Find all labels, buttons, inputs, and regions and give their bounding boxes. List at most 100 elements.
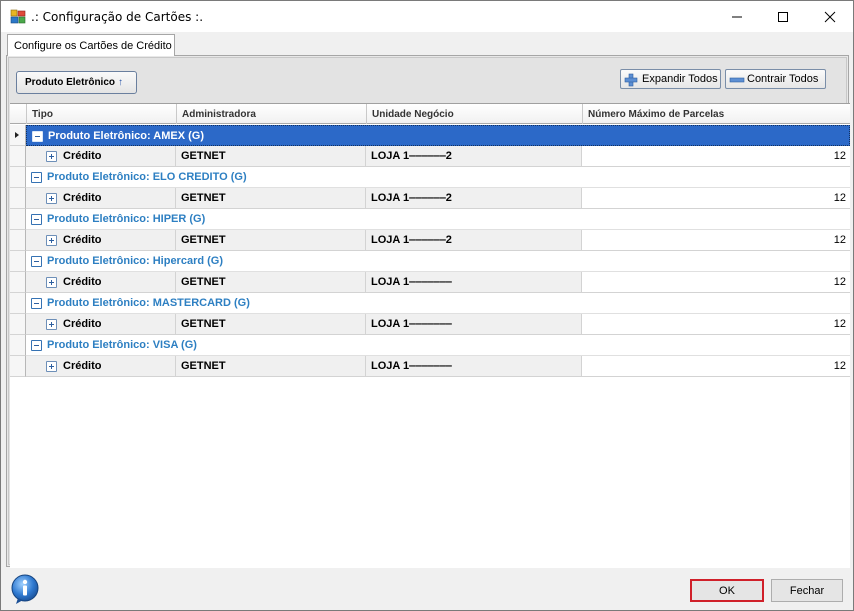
cell-tipo[interactable]: Crédito bbox=[26, 188, 176, 209]
tab-configure-cards[interactable]: Configure os Cartões de Crédito bbox=[7, 34, 175, 56]
column-header-unidade-negocio[interactable]: Unidade Negócio bbox=[366, 104, 582, 124]
info-icon[interactable] bbox=[10, 573, 42, 605]
arrow-up-icon: ↑ bbox=[118, 77, 123, 88]
grid-header: Tipo Administradora Unidade Negócio Núme… bbox=[10, 104, 850, 124]
window-title: .: Configuração de Cartões :. bbox=[31, 10, 204, 24]
cell-unidade-negocio[interactable]: LOJA 1‒‒‒‒‒‒‒ bbox=[366, 314, 582, 335]
cell-numero-parcelas[interactable]: 12 bbox=[582, 146, 850, 167]
group-row[interactable]: Produto Eletrônico: AMEX (G) bbox=[10, 125, 850, 146]
group-title: Produto Eletrônico: ELO CREDITO (G) bbox=[47, 171, 247, 183]
grid-rows: Produto Eletrônico: AMEX (G) Crédito GET… bbox=[10, 125, 850, 377]
group-header[interactable]: Produto Eletrônico: AMEX (G) bbox=[26, 125, 850, 146]
minimize-button[interactable] bbox=[714, 1, 760, 32]
row-selector[interactable] bbox=[10, 293, 26, 314]
cell-unidade-negocio[interactable]: LOJA 1‒‒‒‒‒‒2 bbox=[366, 146, 582, 167]
cell-unidade-negocio[interactable]: LOJA 1‒‒‒‒‒‒‒ bbox=[366, 272, 582, 293]
group-header[interactable]: Produto Eletrônico: Hipercard (G) bbox=[26, 251, 850, 272]
current-row-indicator-icon bbox=[15, 132, 19, 138]
row-selector[interactable] bbox=[10, 125, 26, 146]
ok-button[interactable]: OK bbox=[690, 579, 764, 602]
expand-row-icon[interactable] bbox=[46, 361, 57, 372]
cell-tipo[interactable]: Crédito bbox=[26, 146, 176, 167]
title-bar[interactable]: .: Configuração de Cartões :. bbox=[1, 1, 853, 32]
tipo-value: Crédito bbox=[63, 318, 102, 330]
row-selector[interactable] bbox=[10, 356, 26, 377]
row-selector[interactable] bbox=[10, 188, 26, 209]
close-button[interactable] bbox=[807, 1, 853, 32]
cell-numero-parcelas[interactable]: 12 bbox=[582, 230, 850, 251]
tipo-value: Crédito bbox=[63, 360, 102, 372]
row-selector[interactable] bbox=[10, 146, 26, 167]
expand-row-icon[interactable] bbox=[46, 235, 57, 246]
table-row[interactable]: Crédito GETNET LOJA 1‒‒‒‒‒‒2 12 bbox=[10, 230, 850, 251]
tipo-value: Crédito bbox=[63, 276, 102, 288]
maximize-button[interactable] bbox=[760, 1, 806, 32]
group-title: Produto Eletrônico: Hipercard (G) bbox=[47, 255, 224, 267]
expand-all-button[interactable]: Expandir Todos bbox=[620, 69, 721, 89]
table-row[interactable]: Crédito GETNET LOJA 1‒‒‒‒‒‒‒ 12 bbox=[10, 272, 850, 293]
collapse-group-icon[interactable] bbox=[31, 256, 42, 267]
row-selector[interactable] bbox=[10, 209, 26, 230]
cell-numero-parcelas[interactable]: 12 bbox=[582, 272, 850, 293]
group-row[interactable]: Produto Eletrônico: VISA (G) bbox=[10, 335, 850, 356]
cell-administradora[interactable]: GETNET bbox=[176, 230, 366, 251]
plus-icon bbox=[624, 73, 638, 87]
expand-all-label: Expandir Todos bbox=[642, 73, 718, 85]
collapse-group-icon[interactable] bbox=[32, 131, 43, 142]
column-header-tipo[interactable]: Tipo bbox=[26, 104, 176, 124]
close-dialog-button[interactable]: Fechar bbox=[771, 579, 843, 602]
collapse-group-icon[interactable] bbox=[31, 214, 42, 225]
group-header[interactable]: Produto Eletrônico: VISA (G) bbox=[26, 335, 850, 356]
group-header[interactable]: Produto Eletrônico: ELO CREDITO (G) bbox=[26, 167, 850, 188]
group-row[interactable]: Produto Eletrônico: ELO CREDITO (G) bbox=[10, 167, 850, 188]
cell-administradora[interactable]: GETNET bbox=[176, 146, 366, 167]
tab-panel: Produto Eletrônico ↑ Expandir Todos Contr… bbox=[6, 55, 850, 568]
collapse-group-icon[interactable] bbox=[31, 340, 42, 351]
cell-tipo[interactable]: Crédito bbox=[26, 356, 176, 377]
cell-unidade-negocio[interactable]: LOJA 1‒‒‒‒‒‒2 bbox=[366, 230, 582, 251]
cell-unidade-negocio[interactable]: LOJA 1‒‒‒‒‒‒‒ bbox=[366, 356, 582, 377]
row-selector[interactable] bbox=[10, 272, 26, 293]
cell-tipo[interactable]: Crédito bbox=[26, 272, 176, 293]
group-by-product-button[interactable]: Produto Eletrônico ↑ bbox=[16, 71, 137, 94]
expand-row-icon[interactable] bbox=[46, 277, 57, 288]
group-header[interactable]: Produto Eletrônico: HIPER (G) bbox=[26, 209, 850, 230]
table-row[interactable]: Crédito GETNET LOJA 1‒‒‒‒‒‒2 12 bbox=[10, 146, 850, 167]
row-selector[interactable] bbox=[10, 335, 26, 356]
collapse-group-icon[interactable] bbox=[31, 172, 42, 183]
cell-tipo[interactable]: Crédito bbox=[26, 230, 176, 251]
cell-administradora[interactable]: GETNET bbox=[176, 356, 366, 377]
expand-row-icon[interactable] bbox=[46, 151, 57, 162]
collapse-all-button[interactable]: Contrair Todos bbox=[725, 69, 826, 89]
column-header-administradora[interactable]: Administradora bbox=[176, 104, 366, 124]
close-icon bbox=[824, 11, 836, 23]
row-selector[interactable] bbox=[10, 230, 26, 251]
row-selector[interactable] bbox=[10, 314, 26, 335]
cell-administradora[interactable]: GETNET bbox=[176, 314, 366, 335]
group-row[interactable]: Produto Eletrônico: HIPER (G) bbox=[10, 209, 850, 230]
group-title: Produto Eletrônico: MASTERCARD (G) bbox=[47, 297, 250, 309]
dialog-window: .: Configuração de Cartões :. Configure … bbox=[0, 0, 854, 611]
table-row[interactable]: Crédito GETNET LOJA 1‒‒‒‒‒‒‒ 12 bbox=[10, 356, 850, 377]
expand-row-icon[interactable] bbox=[46, 193, 57, 204]
cards-grid: Tipo Administradora Unidade Negócio Núme… bbox=[10, 103, 850, 568]
row-selector[interactable] bbox=[10, 167, 26, 188]
table-row[interactable]: Crédito GETNET LOJA 1‒‒‒‒‒‒2 12 bbox=[10, 188, 850, 209]
cell-administradora[interactable]: GETNET bbox=[176, 188, 366, 209]
row-selector[interactable] bbox=[10, 251, 26, 272]
group-title: Produto Eletrônico: AMEX (G) bbox=[48, 130, 205, 142]
cell-unidade-negocio[interactable]: LOJA 1‒‒‒‒‒‒2 bbox=[366, 188, 582, 209]
collapse-group-icon[interactable] bbox=[31, 298, 42, 309]
collapse-all-label: Contrair Todos bbox=[747, 73, 819, 85]
cell-numero-parcelas[interactable]: 12 bbox=[582, 314, 850, 335]
column-header-numero-parcelas[interactable]: Número Máximo de Parcelas bbox=[582, 104, 850, 124]
expand-row-icon[interactable] bbox=[46, 319, 57, 330]
group-row[interactable]: Produto Eletrônico: MASTERCARD (G) bbox=[10, 293, 850, 314]
cell-tipo[interactable]: Crédito bbox=[26, 314, 176, 335]
group-header[interactable]: Produto Eletrônico: MASTERCARD (G) bbox=[26, 293, 850, 314]
group-row[interactable]: Produto Eletrônico: Hipercard (G) bbox=[10, 251, 850, 272]
cell-administradora[interactable]: GETNET bbox=[176, 272, 366, 293]
cell-numero-parcelas[interactable]: 12 bbox=[582, 188, 850, 209]
table-row[interactable]: Crédito GETNET LOJA 1‒‒‒‒‒‒‒ 12 bbox=[10, 314, 850, 335]
cell-numero-parcelas[interactable]: 12 bbox=[582, 356, 850, 377]
